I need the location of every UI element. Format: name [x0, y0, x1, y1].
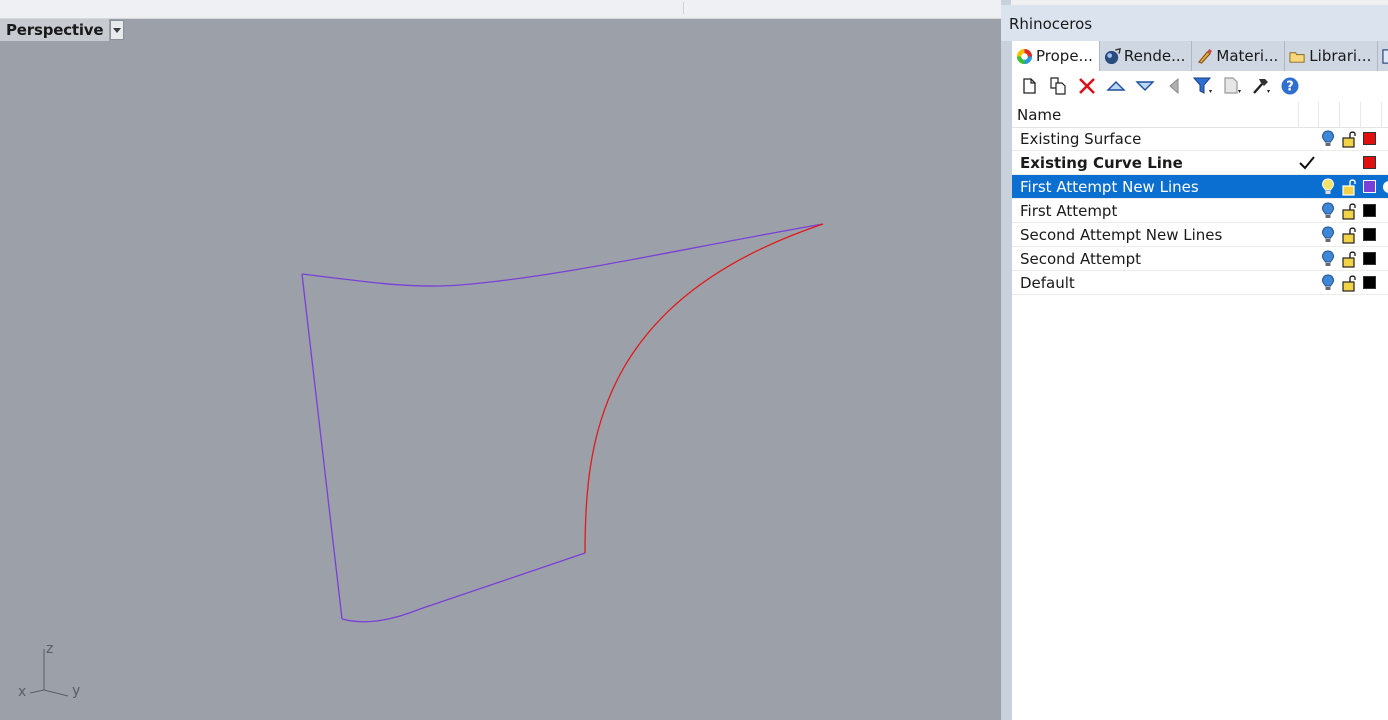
move-down-button[interactable] — [1134, 75, 1156, 97]
column-header-name[interactable]: Name — [1017, 106, 1061, 124]
unlocked-icon[interactable] — [1340, 274, 1358, 292]
tab-materials[interactable]: Materi... — [1192, 41, 1286, 71]
viewport-label[interactable]: Perspective — [0, 19, 125, 41]
new-sublayer-button[interactable] — [1047, 75, 1069, 97]
hammer-button[interactable] — [1250, 75, 1272, 97]
layer-row-existing-curve-line[interactable]: Existing Curve Line — [1012, 151, 1388, 175]
purple-curve[interactable] — [301, 223, 824, 287]
unlocked-icon[interactable] — [1340, 130, 1358, 148]
axis-z-label: z — [46, 641, 54, 657]
layer-color-swatch[interactable] — [1363, 156, 1376, 169]
hammer-icon — [1253, 79, 1270, 94]
header-separator — [1381, 102, 1382, 127]
visible-bulb-icon[interactable] — [1319, 130, 1337, 148]
curve-canvas[interactable] — [0, 19, 1001, 720]
perspective-viewport[interactable]: Perspective z x y — [0, 19, 1001, 720]
layers-header: Name — [1012, 102, 1388, 128]
layer-color-swatch[interactable] — [1363, 132, 1376, 145]
svg-text:?: ? — [1286, 80, 1294, 95]
layer-row-second-attempt-new-lines[interactable]: Second Attempt New Lines — [1012, 223, 1388, 247]
red-curve[interactable] — [584, 223, 824, 554]
move-down-icon — [1135, 81, 1155, 91]
properties-icon — [1016, 48, 1033, 64]
visible-bulb-on-icon[interactable] — [1319, 178, 1337, 196]
layer-row-default[interactable]: Default — [1012, 271, 1388, 295]
libraries-icon — [1289, 51, 1305, 63]
panel-left-border — [1001, 41, 1012, 720]
layer-color-swatch[interactable] — [1363, 252, 1376, 265]
move-up-button[interactable] — [1105, 75, 1127, 97]
axis-x-label: x — [18, 684, 27, 700]
help-icon: ? — [1281, 77, 1299, 95]
header-separator — [1298, 102, 1299, 127]
panel-tabs: Prope... Rende... Materi... Librari... ?… — [1012, 41, 1388, 71]
unlocked-icon[interactable] — [1340, 202, 1358, 220]
tab-materials-label: Materi... — [1216, 47, 1279, 65]
layer-row-first-attempt-new-lines[interactable]: First Attempt New Lines — [1012, 175, 1388, 199]
visible-bulb-icon[interactable] — [1319, 202, 1337, 220]
filter-button[interactable] — [1192, 75, 1214, 97]
layer-name[interactable]: Second Attempt New Lines — [1020, 226, 1222, 244]
help-tab-icon: ? — [1382, 48, 1388, 64]
delete-button[interactable] — [1076, 75, 1098, 97]
new-layer-icon — [1023, 78, 1036, 94]
layer-row-existing-surface[interactable]: Existing Surface — [1012, 127, 1388, 151]
purple-bottom-curve[interactable] — [341, 552, 586, 623]
current-layer-check-icon — [1298, 154, 1316, 172]
header-separator — [1360, 102, 1361, 127]
tab-properties-label: Prope... — [1036, 47, 1093, 65]
chevron-down-icon — [113, 28, 122, 33]
layer-name[interactable]: First Attempt — [1020, 202, 1117, 220]
top-strip — [0, 0, 1001, 19]
tab-help[interactable]: ? He — [1378, 41, 1388, 71]
move-left-button[interactable] — [1163, 75, 1185, 97]
layer-tools-button[interactable] — [1221, 75, 1243, 97]
layer-color-swatch[interactable] — [1363, 276, 1376, 289]
layer-name[interactable]: Default — [1020, 274, 1075, 292]
visible-bulb-icon[interactable] — [1319, 250, 1337, 268]
move-up-icon — [1106, 81, 1126, 91]
selection-indicator — [1383, 181, 1388, 193]
layers-list: Name Existing Surface Existing Curve Lin… — [1012, 102, 1388, 720]
purple-left-edge[interactable] — [301, 273, 343, 620]
axis-y-label: y — [72, 683, 81, 699]
unlocked-icon[interactable] — [1340, 226, 1358, 244]
layer-color-swatch[interactable] — [1363, 204, 1376, 217]
layer-name[interactable]: Existing Surface — [1020, 130, 1141, 148]
tab-rendering[interactable]: Rende... — [1100, 41, 1193, 71]
unlocked-icon[interactable] — [1340, 250, 1358, 268]
new-layer-button[interactable] — [1018, 75, 1040, 97]
new-sublayer-icon — [1050, 77, 1066, 95]
unlocked-icon[interactable] — [1340, 178, 1358, 196]
filter-icon — [1193, 77, 1212, 94]
layer-row-first-attempt[interactable]: First Attempt — [1012, 199, 1388, 223]
layer-name[interactable]: First Attempt New Lines — [1020, 178, 1199, 196]
top-separator — [683, 2, 684, 14]
layer-name[interactable]: Second Attempt — [1020, 250, 1141, 268]
layers-toolbar: ? — [1012, 71, 1388, 101]
visible-bulb-icon[interactable] — [1319, 226, 1337, 244]
layer-row-second-attempt[interactable]: Second Attempt — [1012, 247, 1388, 271]
visible-bulb-icon[interactable] — [1319, 274, 1337, 292]
delete-icon — [1079, 78, 1095, 94]
header-separator — [1339, 102, 1340, 127]
materials-icon — [1198, 48, 1213, 64]
viewport-title[interactable]: Perspective — [0, 19, 110, 41]
layer-color-swatch[interactable] — [1363, 180, 1376, 193]
panel-title: Rhinoceros — [1001, 5, 1388, 41]
move-left-icon — [1169, 77, 1179, 95]
layer-color-swatch[interactable] — [1363, 228, 1376, 241]
tab-properties[interactable]: Prope... — [1012, 41, 1100, 71]
tab-libraries-label: Librari... — [1309, 47, 1372, 65]
render-icon — [1104, 47, 1121, 64]
tab-libraries[interactable]: Librari... — [1285, 41, 1379, 71]
layer-tools-icon — [1224, 77, 1241, 94]
layer-name[interactable]: Existing Curve Line — [1020, 154, 1183, 172]
help-button[interactable]: ? — [1279, 75, 1301, 97]
header-separator — [1318, 102, 1319, 127]
tab-rendering-label: Rende... — [1123, 47, 1186, 65]
viewport-menu-button[interactable] — [110, 20, 125, 40]
